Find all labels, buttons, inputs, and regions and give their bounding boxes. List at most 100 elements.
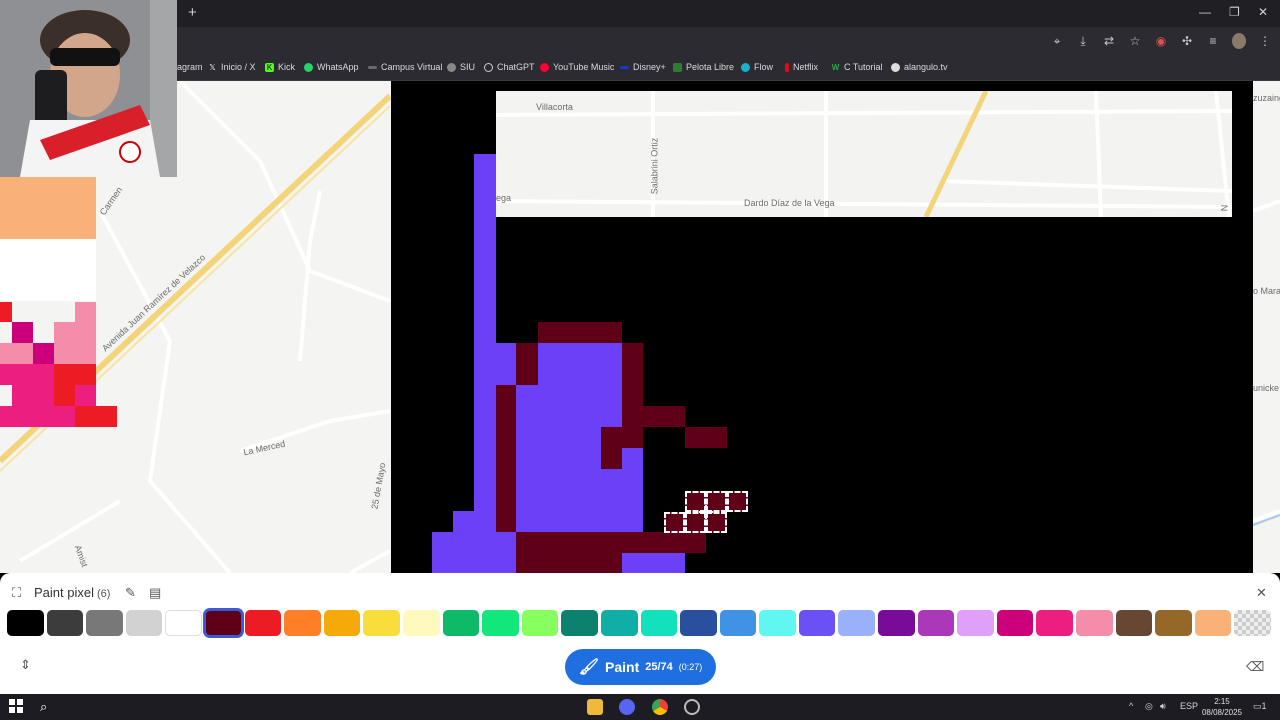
network-icon[interactable]: ◎ [1145,701,1153,712]
color-swatch[interactable] [521,610,559,636]
file-explorer-icon[interactable] [587,699,603,715]
color-swatch[interactable] [482,610,519,636]
pixel-block [474,154,496,364]
obs-icon[interactable] [684,699,700,715]
color-swatch[interactable] [838,610,876,636]
color-swatch[interactable] [917,610,955,636]
color-swatch[interactable] [125,610,163,636]
close-window-button[interactable]: ✕ [1258,5,1268,19]
color-swatch[interactable] [363,610,400,636]
color-swatch[interactable] [1036,610,1074,636]
eraser-icon[interactable]: ⌫ [1246,659,1264,675]
search-icon[interactable]: ⌕ [40,699,56,715]
color-swatch[interactable] [1194,610,1232,636]
bookmark-siu[interactable]: SIU [447,62,475,72]
color-swatch[interactable] [1155,610,1192,636]
pixel-block [0,406,75,427]
color-swatch[interactable] [878,610,915,636]
color-swatch[interactable] [442,610,480,636]
pencil-icon[interactable]: ✎ [125,585,136,601]
youtube-music-icon [540,62,549,72]
color-swatch[interactable] [244,610,282,636]
language-indicator[interactable]: ESP [1180,701,1198,711]
color-swatch[interactable] [1115,610,1153,636]
close-panel-icon[interactable]: ✕ [1256,585,1267,601]
color-swatch[interactable] [165,610,202,636]
color-swatch[interactable] [7,610,44,636]
bookmark-kick[interactable]: K Kick [265,62,295,72]
bookmark-whatsapp[interactable]: WhatsApp [304,62,359,72]
expand-toggle-icon[interactable]: ⇕ [20,657,31,673]
map-visible-window[interactable]: Villacorta Salabrini Ortiz Dardo Díaz de… [496,91,1232,217]
color-swatch[interactable] [402,610,440,636]
color-swatch[interactable] [798,610,836,636]
minimize-button[interactable]: — [1199,5,1211,19]
x-icon: 𝕏 [209,62,216,72]
map-canvas-area[interactable]: Carmen Avenida Juan Ramírez de Velazco L… [0,81,1280,573]
color-swatch[interactable] [323,610,361,636]
bookmark-flow[interactable]: Flow [741,62,773,72]
install-icon[interactable]: ⤓ [1076,33,1090,49]
discord-icon[interactable] [619,699,635,715]
start-icon[interactable] [9,699,25,715]
color-swatch[interactable] [759,610,796,636]
clock[interactable]: 2:15 08/08/2025 [1202,696,1242,718]
disney-icon [620,65,629,69]
bookmark-star-icon[interactable]: ☆ [1128,33,1142,49]
fullscreen-icon[interactable]: ⛶ [12,585,21,601]
pixel-block [516,532,706,553]
address-bar[interactable]: ⌖ ⤓ ⇄ ☆ ◉ ✣ ≡ ⋮ [0,27,1280,57]
alangulo-icon [891,62,900,72]
extensions-icon[interactable]: ✣ [1180,33,1194,49]
bookmark-campus-virtual[interactable]: Campus Virtual [368,62,442,72]
pixel-block [538,322,622,343]
color-swatch[interactable] [957,610,994,636]
restore-button[interactable]: ❐ [1229,5,1240,19]
profile-avatar-icon[interactable] [1232,33,1246,49]
paint-button[interactable]: 🖌 Paint 25/74 (0:27) [565,649,716,685]
color-swatch[interactable] [202,608,244,638]
pixel-block [474,385,496,511]
color-swatch[interactable] [640,610,678,636]
tray-chevron-icon[interactable]: ^ [1129,701,1133,711]
bookmark-alangulo[interactable]: alangulo.tv [891,62,948,72]
volume-icon[interactable]: 🔊︎ [1160,701,1166,712]
chrome-icon[interactable] [652,699,668,715]
kick-icon: K [265,62,274,72]
new-tab-button[interactable]: + [188,4,197,21]
chatgpt-icon [484,62,493,72]
palette-icon[interactable]: ▤ [149,585,161,601]
color-swatch[interactable] [46,610,84,636]
color-swatch[interactable] [719,610,757,636]
pixel-block [474,343,516,385]
notifications-icon[interactable]: ▭1 [1253,701,1267,712]
record-icon[interactable]: ◉ [1154,33,1168,49]
crosshair-icon [699,505,713,519]
color-swatch[interactable] [1076,610,1113,636]
bookmark-c-tutorial[interactable]: WC Tutorial [831,62,883,72]
color-swatch[interactable] [284,610,321,636]
bookmark-netflix[interactable]: Netflix [785,62,818,72]
color-swatch[interactable] [996,610,1034,636]
media-control-icon[interactable]: ≡ [1206,33,1220,49]
flow-icon [741,62,750,72]
pending-pixel[interactable] [664,512,685,533]
color-swatch[interactable] [1234,610,1271,636]
color-swatch[interactable] [600,610,638,636]
color-swatch[interactable] [561,610,598,636]
c-tutorial-icon: W [831,62,840,72]
bookmark-pelota-libre[interactable]: Pelota Libre [673,62,734,72]
whatsapp-icon [304,62,313,72]
bookmark-x[interactable]: 𝕏 Inicio / X [208,62,255,72]
menu-icon[interactable]: ⋮ [1258,33,1272,49]
color-swatch[interactable] [86,610,123,636]
bookmark-disney[interactable]: Disney+ [620,62,666,72]
pixel-block [622,553,685,573]
bookmark-chatgpt[interactable]: ChatGPT [484,62,535,72]
bookmark-instagram[interactable]: agram [177,62,203,72]
bookmark-youtube-music[interactable]: YouTube Music [540,62,614,72]
pending-pixel[interactable] [727,491,748,512]
translate-icon[interactable]: ⇄ [1102,33,1116,49]
color-swatch[interactable] [680,610,717,636]
location-icon[interactable]: ⌖ [1050,33,1064,49]
